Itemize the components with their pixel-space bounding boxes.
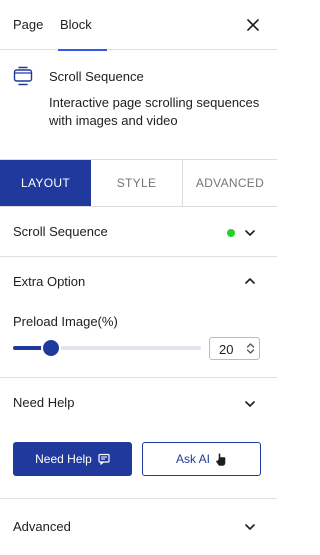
settings-tabs: LAYOUT STYLE ADVANCED	[0, 159, 277, 207]
tab-page[interactable]: Page	[13, 0, 43, 50]
block-card: Scroll Sequence Interactive page scrolli…	[0, 51, 277, 159]
panel-label: Need Help	[13, 395, 75, 410]
panel-label: Extra Option	[13, 274, 86, 289]
need-help-button-label: Need Help	[35, 452, 92, 466]
chevron-up-icon	[245, 278, 255, 284]
ask-ai-button[interactable]: Ask AI	[142, 442, 261, 476]
chevron-down-icon	[245, 401, 255, 407]
preload-image-slider[interactable]	[13, 340, 201, 356]
tab-layout[interactable]: LAYOUT	[0, 160, 91, 206]
spinner-arrows-icon[interactable]	[244, 340, 257, 357]
chevron-down-icon	[245, 230, 255, 236]
preload-image-label: Preload Image(%)	[13, 314, 118, 329]
panel-label: Advanced	[13, 519, 71, 534]
panel-label: Scroll Sequence	[13, 224, 108, 239]
panel-need-help-toggle[interactable]: Need Help	[0, 378, 277, 428]
tab-block[interactable]: Block	[58, 0, 107, 51]
panel-extra-option-toggle[interactable]: Extra Option	[0, 257, 277, 307]
scroll-sequence-icon	[13, 66, 33, 86]
block-settings-sidebar: Page Block Scroll Sequence Interactive p…	[0, 0, 277, 555]
preload-image-input[interactable]: 20	[209, 337, 260, 360]
panel-scroll-sequence[interactable]: Scroll Sequence	[0, 207, 277, 257]
chat-icon	[98, 453, 110, 465]
chevron-down-icon	[245, 524, 255, 530]
slider-thumb[interactable]	[42, 340, 59, 356]
block-title: Scroll Sequence	[49, 69, 144, 84]
tab-style[interactable]: STYLE	[91, 160, 183, 206]
ask-ai-button-label: Ask AI	[175, 452, 210, 466]
panel-need-help: Need Help Need Help Ask AI	[0, 378, 277, 499]
panel-extra-option: Extra Option Preload Image(%) 20	[0, 257, 277, 378]
hand-pointer-icon	[216, 452, 226, 466]
close-button[interactable]	[243, 15, 263, 35]
sidebar-tabs: Page Block	[0, 0, 277, 51]
status-indicator	[227, 229, 235, 237]
block-description: Interactive page scrolling sequences wit…	[49, 95, 260, 128]
close-icon	[247, 19, 259, 31]
need-help-button[interactable]: Need Help	[13, 442, 132, 476]
panel-advanced[interactable]: Advanced	[0, 499, 277, 555]
preload-image-value: 20	[219, 342, 234, 357]
tab-advanced[interactable]: ADVANCED	[183, 160, 277, 206]
